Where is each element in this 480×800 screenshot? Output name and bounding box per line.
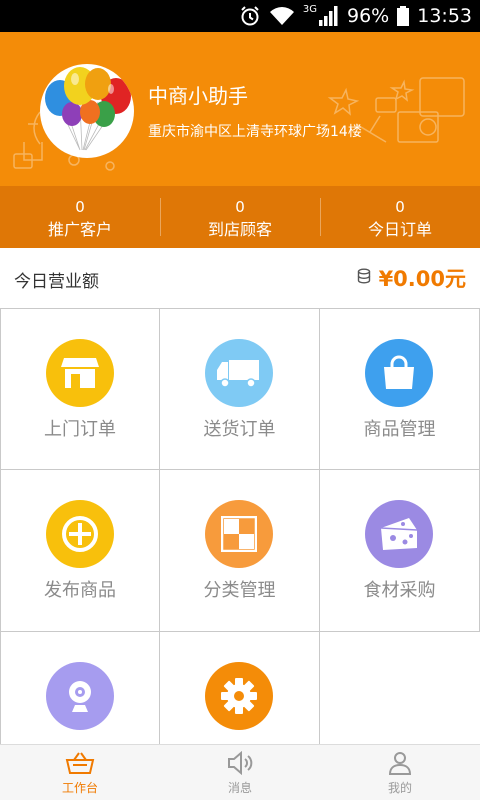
shop-name: 中商小助手	[148, 84, 248, 108]
function-grid: 上门订单 送货订单 商品管理 发布商品 分类管理 食材采购	[0, 308, 480, 744]
shopping-bag-icon	[365, 339, 433, 407]
gear-icon	[205, 662, 273, 730]
revenue-title: 今日营业额	[14, 272, 99, 292]
nav-workbench[interactable]: 工作台	[0, 745, 160, 800]
plus-circle-icon	[46, 500, 114, 568]
stat-label: 今日订单	[367, 220, 432, 239]
battery-icon	[397, 6, 410, 26]
category-grid-icon	[205, 500, 273, 568]
bottom-nav: 工作台 消息 我的	[0, 744, 480, 800]
grid-item-label: 食材采购	[363, 580, 436, 601]
grid-item-label: 上门订单	[44, 419, 116, 440]
balloons-icon	[45, 67, 131, 151]
nav-profile[interactable]: 我的	[320, 745, 480, 800]
grid-item-product-management[interactable]: 商品管理	[320, 308, 480, 470]
signal-icon	[319, 6, 339, 26]
clock: 13:53	[417, 5, 472, 27]
nav-label: 我的	[387, 781, 412, 795]
nav-messages[interactable]: 消息	[160, 745, 320, 800]
stat-value: 0	[395, 198, 405, 216]
grid-item-webcam[interactable]	[0, 632, 160, 744]
grid-item-ingredient-purchase[interactable]: 食材采购	[320, 470, 480, 632]
grid-item-label: 送货订单	[203, 419, 276, 440]
stat-promoted-customers[interactable]: 0 推广客户	[0, 186, 160, 248]
revenue-amount: ¥0.00元	[378, 267, 466, 291]
truck-icon	[205, 339, 273, 407]
grid-item-onsite-orders[interactable]: 上门订单	[0, 308, 160, 470]
nav-label: 工作台	[61, 781, 98, 795]
shop-address: 重庆市渝中区上清寺环球广场14楼	[148, 124, 362, 140]
stat-label: 到店顾客	[207, 220, 272, 239]
basket-icon	[65, 752, 95, 774]
coin-stack-icon	[357, 268, 371, 288]
grid-item-label: 发布商品	[44, 580, 116, 601]
grid-item-category-management[interactable]: 分类管理	[160, 470, 320, 632]
stat-value: 0	[235, 198, 245, 216]
store-icon	[46, 339, 114, 407]
grid-item-settings[interactable]	[160, 632, 320, 744]
cheese-icon	[365, 500, 433, 568]
shop-avatar[interactable]	[40, 64, 134, 158]
status-bar: 3G 96% 13:53	[0, 0, 480, 32]
shop-header: 中商小助手 重庆市渝中区上清寺环球广场14楼	[0, 32, 480, 186]
grid-item-publish-product[interactable]: 发布商品	[0, 470, 160, 632]
stat-value: 0	[75, 198, 85, 216]
stat-store-visitors[interactable]: 0 到店顾客	[160, 186, 320, 248]
webcam-icon	[46, 662, 114, 730]
wifi-icon	[269, 6, 295, 26]
network-type: 3G	[302, 3, 317, 15]
grid-item-delivery-orders[interactable]: 送货订单	[160, 308, 320, 470]
grid-item-label: 分类管理	[203, 580, 276, 601]
stat-label: 推广客户	[47, 220, 112, 239]
today-revenue-row[interactable]: 今日营业额 ¥0.00元	[0, 248, 480, 308]
stats-bar: 0 推广客户 0 到店顾客 0 今日订单	[0, 186, 480, 248]
grid-item-label: 商品管理	[363, 419, 436, 440]
user-icon	[388, 752, 412, 775]
speaker-icon	[228, 751, 253, 775]
battery-percent: 96%	[347, 5, 390, 27]
stat-today-orders[interactable]: 0 今日订单	[320, 186, 480, 248]
alarm-icon	[239, 5, 261, 27]
nav-label: 消息	[227, 781, 252, 795]
